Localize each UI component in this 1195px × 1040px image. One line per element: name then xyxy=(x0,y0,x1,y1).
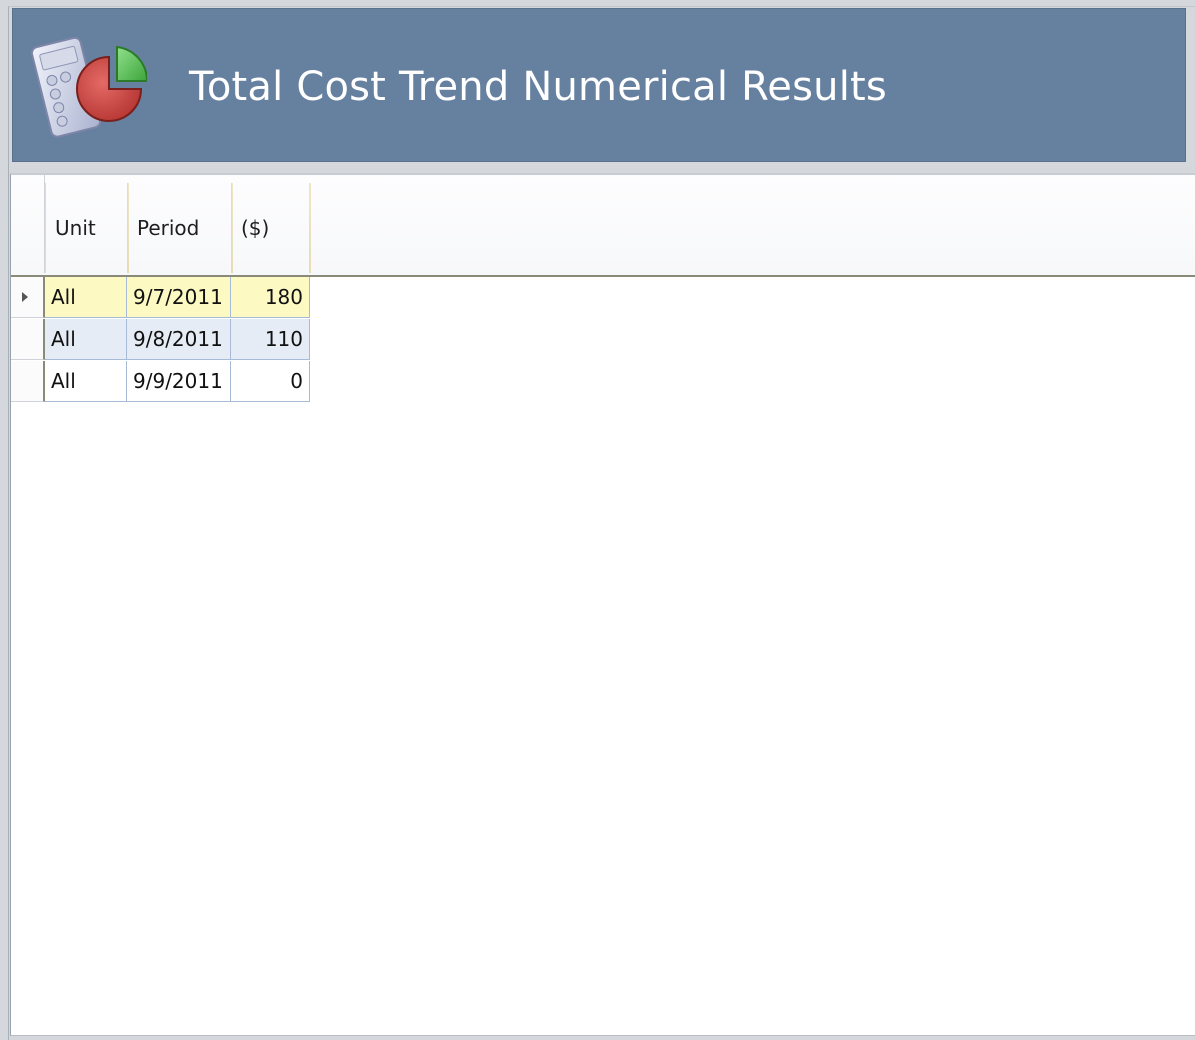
cell-period[interactable]: 9/7/2011 xyxy=(127,277,231,318)
row-indicator[interactable] xyxy=(11,319,45,360)
column-header-unit[interactable]: Unit xyxy=(45,183,129,273)
table-row[interactable]: All 9/8/2011 110 xyxy=(11,319,311,361)
report-header: Total Cost Trend Numerical Results xyxy=(12,8,1186,162)
column-header-row: Unit Period ($) xyxy=(11,175,1195,277)
results-grid: Unit Period ($) All 9/7/2011 180 All 9/8… xyxy=(10,173,1195,1036)
row-indicator[interactable] xyxy=(11,361,45,402)
cell-period[interactable]: 9/9/2011 xyxy=(127,361,231,402)
cell-unit[interactable]: All xyxy=(45,319,127,360)
column-header-cost[interactable]: ($) xyxy=(231,183,311,273)
calculator-pie-chart-icon xyxy=(30,36,147,138)
table-row[interactable]: All 9/7/2011 180 xyxy=(11,277,311,319)
cell-period[interactable]: 9/8/2011 xyxy=(127,319,231,360)
row-indicator[interactable] xyxy=(11,277,45,318)
table-row[interactable]: All 9/9/2011 0 xyxy=(11,361,311,403)
cell-cost[interactable]: 110 xyxy=(231,319,310,360)
cell-cost[interactable]: 0 xyxy=(231,361,310,402)
cell-cost[interactable]: 180 xyxy=(231,277,310,318)
cell-unit[interactable]: All xyxy=(45,361,127,402)
current-row-arrow-icon xyxy=(22,292,28,302)
cell-unit[interactable]: All xyxy=(45,277,127,318)
row-indicator-header xyxy=(11,175,45,273)
column-header-period[interactable]: Period xyxy=(127,183,233,273)
page-title: Total Cost Trend Numerical Results xyxy=(189,64,887,110)
